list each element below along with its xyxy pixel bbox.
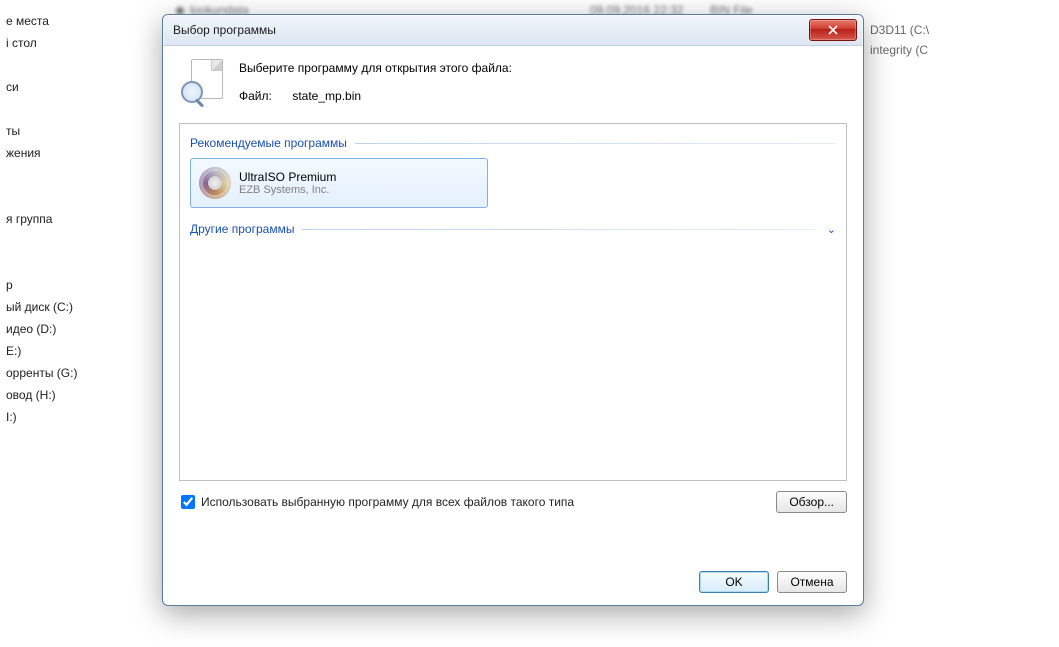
dialog-titlebar[interactable]: Выбор программы: [163, 15, 863, 46]
close-button[interactable]: [809, 19, 857, 41]
sidebar-item[interactable]: і стол: [6, 32, 156, 54]
sidebar-item[interactable]: E:): [6, 340, 156, 362]
sidebar-item[interactable]: орренты (G:): [6, 362, 156, 384]
file-extra: D3D11 (C:\: [870, 23, 1050, 37]
dialog-prompt: Выберите программу для открытия этого фа…: [239, 61, 847, 75]
program-company: EZB Systems, Inc.: [239, 184, 336, 196]
program-item-ultraiso[interactable]: UltraISO Premium EZB Systems, Inc.: [190, 158, 488, 208]
always-use-checkbox-text: Использовать выбранную программу для все…: [201, 495, 574, 509]
browse-button[interactable]: Обзор...: [776, 491, 847, 513]
group-other[interactable]: Другие программы ⌄: [190, 222, 836, 236]
file-label: Файл:: [239, 89, 289, 103]
always-use-checkbox-label[interactable]: Использовать выбранную программу для все…: [179, 495, 574, 509]
group-recommended-label: Рекомендуемые программы: [190, 136, 347, 150]
open-with-dialog: Выбор программы Выберите программу для о…: [162, 14, 864, 606]
sidebar-item[interactable]: I:): [6, 406, 156, 428]
explorer-sidebar: е места і стол си ты жения я группа р ый…: [0, 10, 156, 428]
group-other-label: Другие программы: [190, 222, 294, 236]
sidebar-item[interactable]: ый диск (C:): [6, 296, 156, 318]
file-name: state_mp.bin: [292, 89, 361, 103]
file-search-icon: [179, 59, 227, 107]
cancel-button[interactable]: Отмена: [777, 571, 847, 593]
always-use-checkbox[interactable]: [181, 495, 195, 509]
sidebar-item[interactable]: си: [6, 76, 156, 98]
program-name: UltraISO Premium: [239, 170, 336, 184]
file-extra: integrity (C: [870, 43, 1050, 57]
chevron-down-icon: ⌄: [822, 223, 836, 236]
dialog-title: Выбор программы: [173, 23, 809, 37]
sidebar-item[interactable]: ты: [6, 120, 156, 142]
group-recommended[interactable]: Рекомендуемые программы: [190, 136, 836, 150]
sidebar-item[interactable]: я группа: [6, 208, 156, 230]
disc-icon: [199, 167, 231, 199]
sidebar-item[interactable]: овод (H:): [6, 384, 156, 406]
sidebar-item[interactable]: е места: [6, 10, 156, 32]
sidebar-item[interactable]: идео (D:): [6, 318, 156, 340]
close-icon: [828, 25, 838, 35]
sidebar-item[interactable]: р: [6, 274, 156, 296]
ok-button[interactable]: OK: [699, 571, 769, 593]
sidebar-item[interactable]: жения: [6, 142, 156, 164]
program-list: Рекомендуемые программы UltraISO Premium…: [179, 123, 847, 481]
